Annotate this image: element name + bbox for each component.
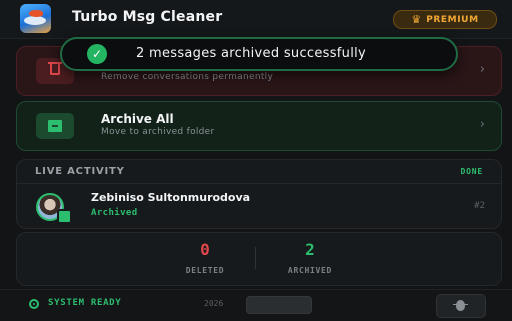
archive-all-card[interactable]: Archive All Move to archived folder › xyxy=(16,101,502,151)
stats-panel: 0 DELETED 2 ARCHIVED xyxy=(16,232,502,286)
contact-name: Zebiniso Sultonmurodova xyxy=(91,191,251,204)
app-title: Turbo Msg Cleaner xyxy=(72,9,223,25)
bug-icon xyxy=(453,300,468,311)
app-header: Turbo Msg Cleaner ♛ PREMIUM xyxy=(0,0,512,39)
toast-message: 2 messages archived successfully xyxy=(136,46,367,61)
system-status: SYSTEM READY xyxy=(48,298,122,308)
archive-subtitle: Move to archived folder xyxy=(101,127,215,137)
chevron-right-icon: › xyxy=(479,62,485,77)
status-footer: SYSTEM READY 2026 xyxy=(0,289,512,321)
app-logo-icon xyxy=(20,4,51,33)
chevron-right-icon: › xyxy=(479,117,485,132)
success-toast: ✓ 2 messages archived successfully xyxy=(60,37,458,71)
bug-report-button[interactable] xyxy=(436,294,486,318)
footer-year: 2026 xyxy=(204,299,224,308)
archive-badge-icon xyxy=(57,209,72,224)
archived-count: 2 xyxy=(305,240,315,259)
check-circle-icon: ✓ xyxy=(87,44,107,64)
activity-status: DONE xyxy=(460,167,483,176)
crown-icon: ♛ xyxy=(411,13,422,26)
premium-button[interactable]: ♛ PREMIUM xyxy=(393,10,497,29)
activity-header: LIVE ACTIVITY DONE xyxy=(17,160,501,184)
stats-divider xyxy=(255,247,256,269)
activity-index: #2 xyxy=(474,201,485,211)
archive-box-icon xyxy=(36,113,74,139)
deleted-count: 0 xyxy=(200,240,210,259)
archive-title: Archive All xyxy=(101,112,174,126)
archived-label: ARCHIVED xyxy=(287,266,333,275)
contact-status: Archived xyxy=(91,208,138,218)
live-activity-panel: LIVE ACTIVITY DONE Zebiniso Sultonmurodo… xyxy=(16,159,502,229)
delete-subtitle: Remove conversations permanently xyxy=(101,72,274,82)
status-dot-icon xyxy=(29,299,39,309)
footer-control[interactable] xyxy=(246,296,312,314)
deleted-label: DELETED xyxy=(185,266,225,275)
premium-label: PREMIUM xyxy=(426,14,479,25)
activity-title: LIVE ACTIVITY xyxy=(35,166,125,177)
